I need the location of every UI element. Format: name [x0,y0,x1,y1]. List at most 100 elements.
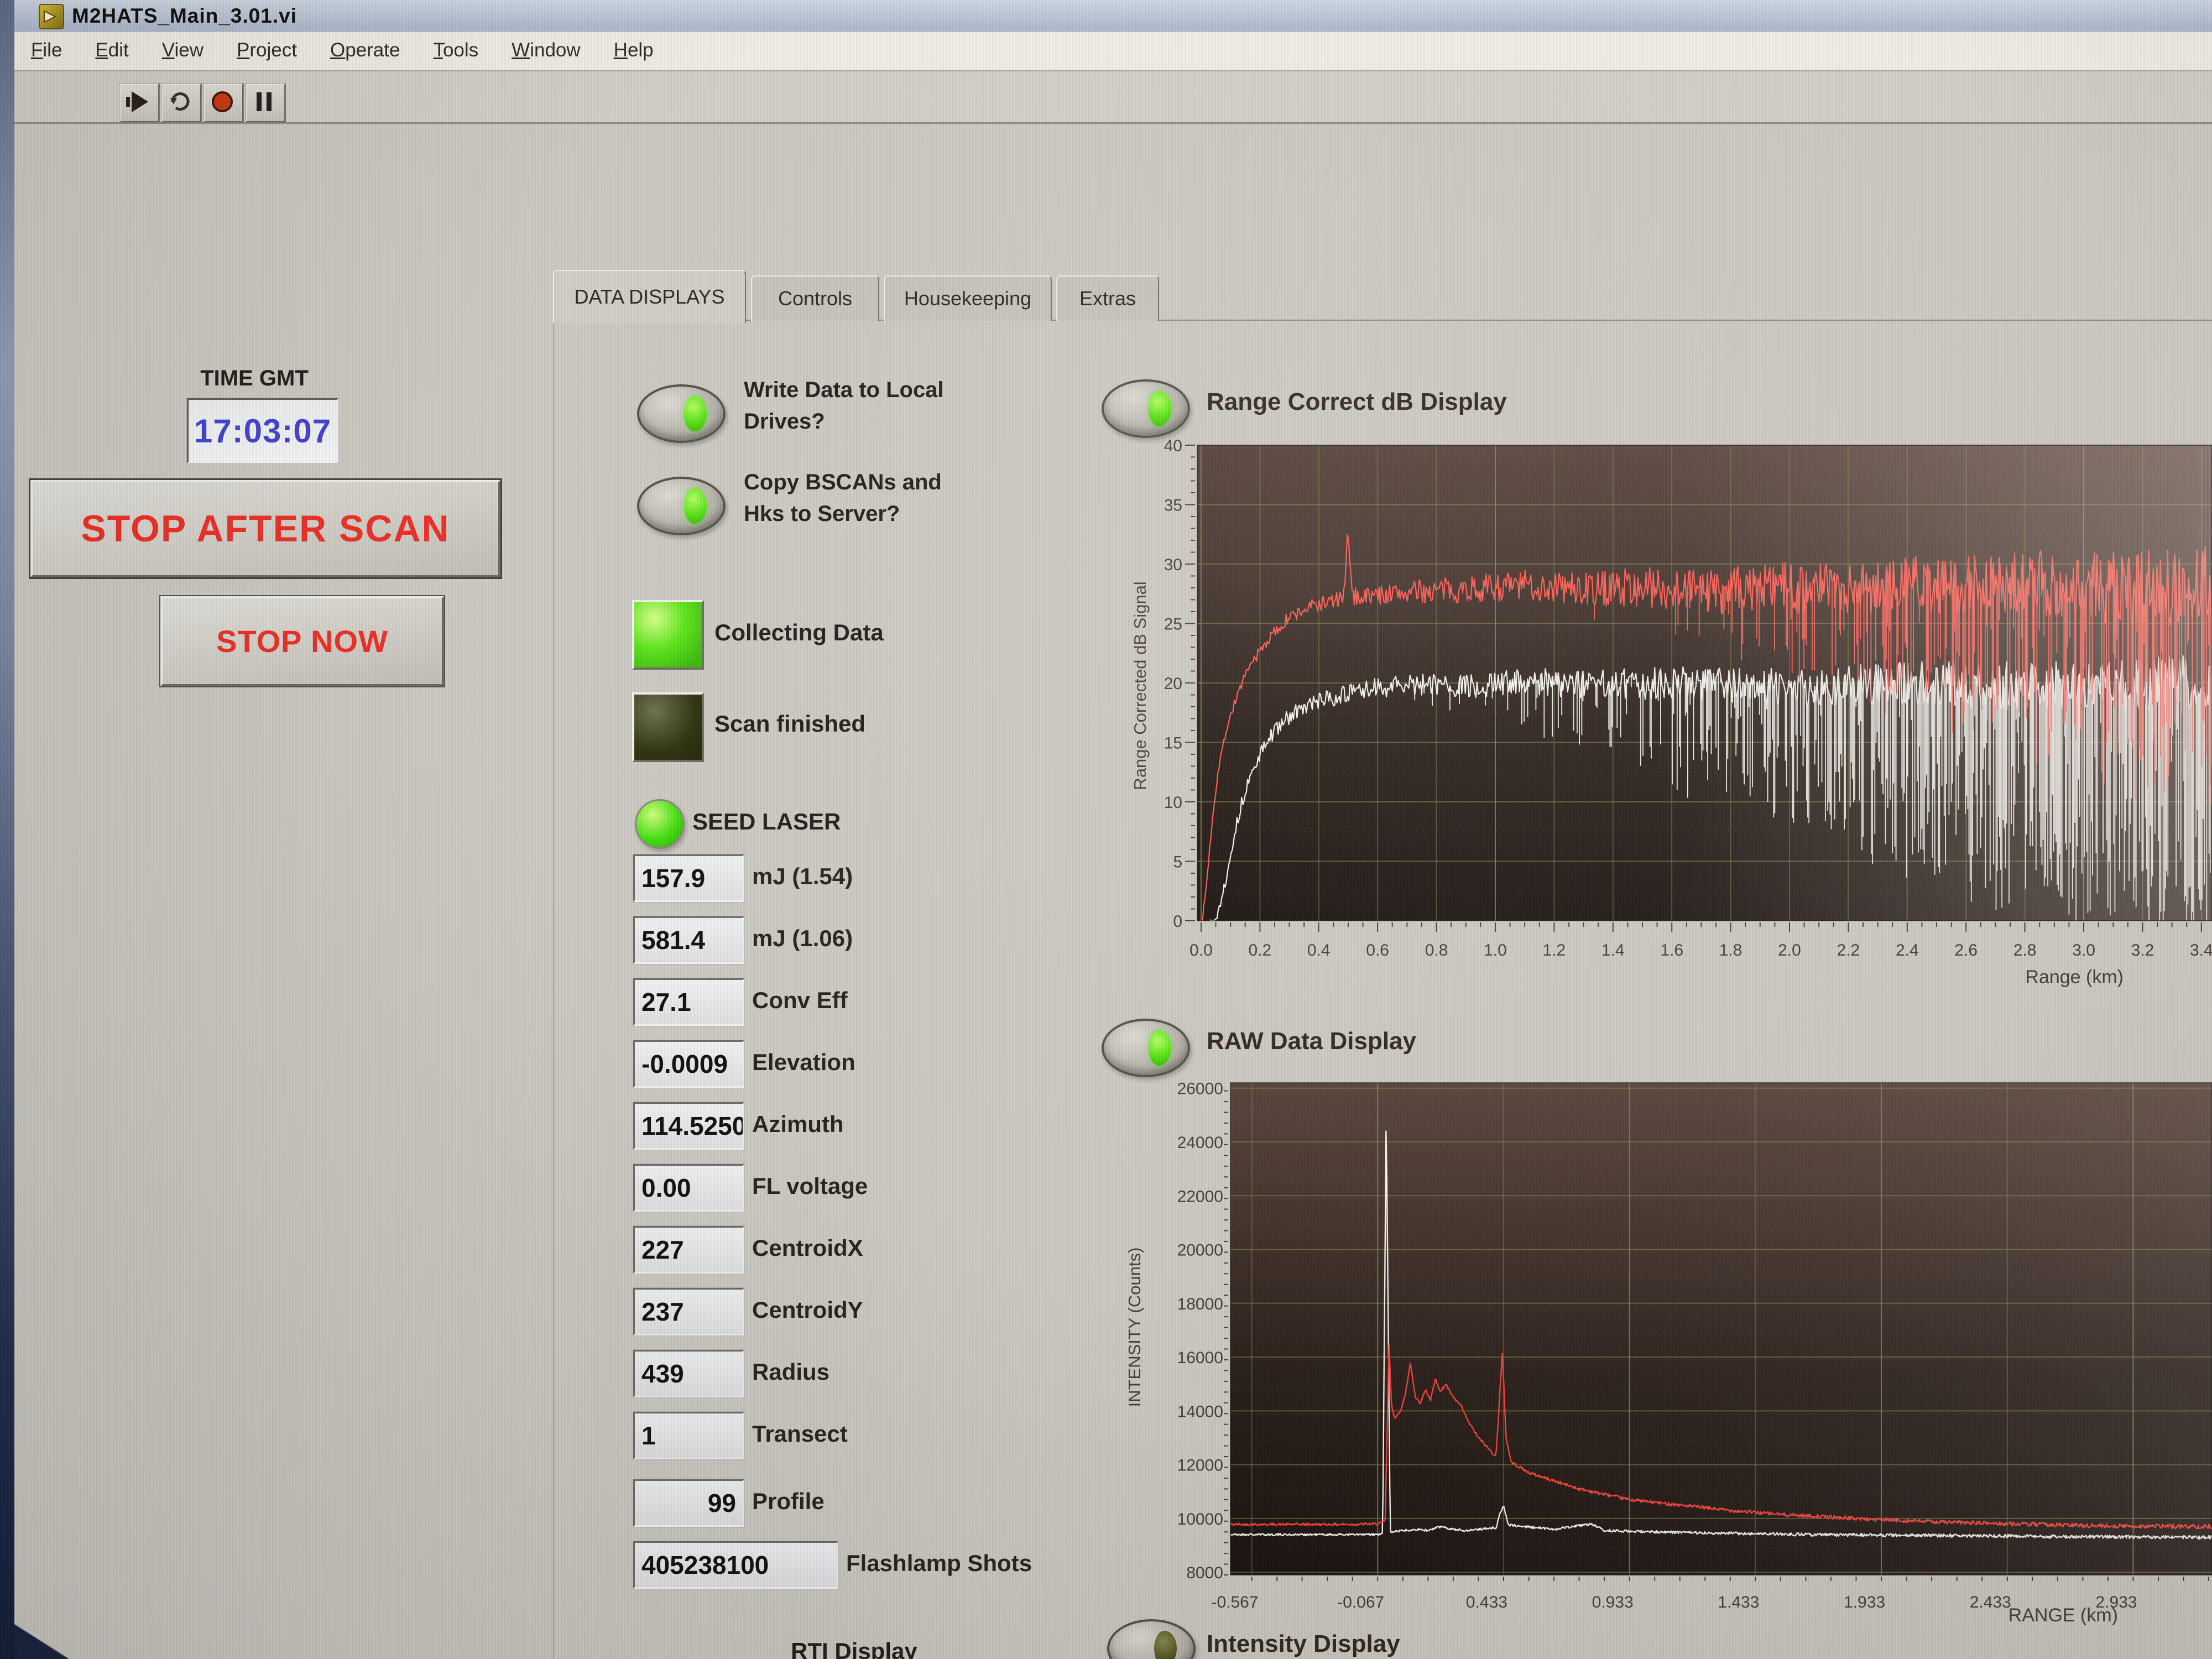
menu-help[interactable]: Help [597,32,670,61]
svg-text:16000: 16000 [1177,1349,1223,1367]
photo-corner-shadow [14,1620,75,1659]
time-gmt-display: 17:03:07 [187,398,338,463]
readout-value-text: 27.1 [635,987,743,1017]
stop-now-button[interactable]: STOP NOW [160,596,444,686]
tab-extras[interactable]: Extras [1056,275,1159,321]
svg-text:24000: 24000 [1177,1134,1223,1152]
raw-y-axis-title: INTENSITY (Counts) [1125,1248,1145,1407]
readout-label: CentroidY [752,1297,863,1323]
readout-label: Elevation [752,1049,855,1076]
time-gmt-value: 17:03:07 [194,412,331,450]
svg-text:1.433: 1.433 [1718,1593,1759,1611]
svg-text:2.0: 2.0 [1778,941,1801,959]
range-corrected-db-chart: 05101520253035400.00.20.40.60.81.01.21.4… [1123,437,2212,990]
svg-text:1.933: 1.933 [1844,1593,1885,1611]
svg-text:10: 10 [1164,794,1182,812]
raw-x-axis-title: RANGE (km) [1941,1605,2118,1626]
toggle-indicator [1154,1631,1177,1659]
readout-label: Radius [752,1359,830,1385]
svg-text:30: 30 [1164,556,1182,574]
indicator-label: Collecting Data [714,619,884,646]
svg-text:15: 15 [1164,734,1182,753]
readout-label: Profile [752,1488,825,1515]
rti-display-section: RTI Display [774,1626,1106,1659]
svg-text:0.0: 0.0 [1190,941,1213,959]
radius-value[interactable]: 439 [633,1350,744,1397]
menu-tools[interactable]: Tools [416,32,495,61]
indicator-label: SEED LASER [692,808,841,835]
abort-button[interactable] [204,84,243,122]
tab-data-displays[interactable]: DATA DISPLAYS [553,270,746,323]
svg-text:3.2: 3.2 [2131,941,2154,959]
range-db-chart-title: Range Correct dB Display [1207,388,1507,416]
svg-text:26000: 26000 [1177,1080,1223,1098]
centroidy-value[interactable]: 237 [633,1288,744,1335]
toggle-indicator [684,396,707,432]
collecting-data-led [632,600,704,670]
toggle-copy-bscans-and[interactable] [637,477,726,535]
svg-text:8000: 8000 [1186,1564,1223,1582]
menu-view[interactable]: View [145,32,220,61]
fl-voltage-value[interactable]: 0.00 [633,1164,744,1212]
readout-label: Conv Eff [752,987,848,1014]
toggle-label: Copy BSCANs and Hks to Server? [744,467,942,530]
readout-label: FL voltage [752,1173,868,1199]
pause-button[interactable] [246,84,285,122]
menu-window[interactable]: Window [495,32,597,61]
svg-text:20000: 20000 [1177,1241,1223,1260]
menu-project[interactable]: Project [220,32,314,61]
conv-eff-value[interactable]: 27.1 [633,978,744,1026]
svg-text:-0.067: -0.067 [1337,1593,1384,1611]
title-bar: M2HATS_Main_3.01.vi [14,0,2212,32]
menu-operate[interactable]: Operate [314,32,416,61]
stop-now-label: STOP NOW [216,623,388,659]
svg-text:1.8: 1.8 [1719,941,1743,959]
svg-text:0.433: 0.433 [1466,1593,1507,1611]
run-continuous-button[interactable] [161,84,201,122]
profile-value[interactable]: 99 [633,1479,744,1527]
mj-1-06--value[interactable]: 581.4 [633,916,744,964]
tab-label: Extras [1079,287,1136,310]
scan-finished-led [632,692,704,762]
svg-text:22000: 22000 [1177,1187,1223,1206]
svg-text:2.4: 2.4 [1896,941,1919,959]
flashlamp-shots-value[interactable]: 405238100 [633,1541,838,1589]
rti-display-label: RTI Display [791,1638,917,1659]
raw-data-display-toggle[interactable] [1102,1019,1190,1077]
raw-data-chart: 8000100001200014000160001800020000220002… [1123,1076,2212,1634]
tab-controls[interactable]: Controls [751,275,879,321]
elevation-value[interactable]: -0.0009 [633,1040,744,1088]
range-db-display-toggle[interactable] [1102,379,1190,438]
readout-value-text: -0.0009 [635,1049,743,1079]
svg-text:0.4: 0.4 [1307,941,1331,959]
readout-label: mJ (1.54) [752,863,853,890]
svg-text:40: 40 [1164,437,1182,455]
svg-text:1.0: 1.0 [1484,941,1507,959]
labview-vi-icon [39,4,64,29]
svg-text:3.4: 3.4 [2190,941,2212,959]
time-gmt-label: TIME GMT [166,366,343,391]
svg-text:1.4: 1.4 [1601,941,1625,959]
mj-1-54--value[interactable]: 157.9 [633,854,744,902]
readout-label: Flashlamp Shots [846,1550,1032,1577]
stop-after-scan-button[interactable]: STOP AFTER SCAN [30,480,500,577]
tab-label: Housekeeping [904,287,1031,310]
readout-value-text: 99 [635,1488,743,1518]
seed-laser-led [635,799,685,849]
menu-edit[interactable]: Edit [79,32,145,61]
transect-value[interactable]: 1 [633,1412,744,1459]
azimuth-value[interactable]: 114.5250 [633,1102,744,1150]
svg-text:2.6: 2.6 [1954,941,1978,959]
readout-value-text: 439 [635,1359,743,1389]
menu-file[interactable]: File [14,32,79,61]
centroidx-value[interactable]: 227 [633,1226,744,1274]
toolbar [14,71,2212,124]
svg-text:0.8: 0.8 [1425,941,1448,959]
tab-housekeeping[interactable]: Housekeeping [884,275,1052,321]
run-button[interactable] [119,84,159,122]
svg-text:10000: 10000 [1177,1510,1223,1528]
svg-text:1.2: 1.2 [1543,941,1566,959]
window-title: M2HATS_Main_3.01.vi [72,4,297,28]
toggle-write-data-to-local[interactable] [637,384,726,443]
readout-value-text: 157.9 [635,863,743,893]
